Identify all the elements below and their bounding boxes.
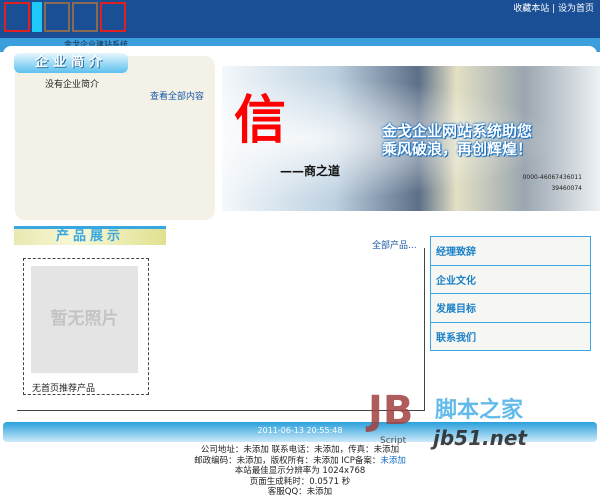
watermark-logo: JB Script 脚本之家 jb51.net (368, 388, 527, 450)
site-logo[interactable] (4, 2, 126, 32)
menu-item-contact[interactable]: 联系我们 (431, 321, 590, 351)
menu-item-goals[interactable]: 发展目标 (431, 293, 590, 322)
banner: 信 ——商之道 金戈企业网站系统助您 乘风破浪，再创辉煌！ 0000-460674… (222, 66, 600, 211)
products-title: 产品展示 (14, 226, 166, 245)
footer-resolution: 本站最佳显示分辨率为 1024x768 (234, 466, 366, 476)
footer-qq: 客服QQ：未添加 (267, 487, 333, 497)
banner-phone: 0000-46067436011 39460074 (522, 174, 582, 192)
banner-big-char: 信 (234, 90, 287, 151)
banner-tagline: ——商之道 (280, 164, 341, 178)
footer-gentime: 页面生成耗时：0.0571 秒 (249, 476, 351, 487)
footer-datetime: 2011-06-13 20:55:48 (257, 426, 343, 435)
menu-item-manager-speech[interactable]: 经理致辞 (431, 236, 590, 265)
intro-more-link[interactable]: 查看全部内容 (150, 89, 204, 102)
no-photo-placeholder: 暂无照片 (31, 266, 138, 373)
intro-title: 企业简介 (14, 53, 128, 73)
banner-slogan: 金戈企业网站系统助您 乘风破浪，再创辉煌！ (382, 122, 533, 158)
intro-text: 没有企业简介 (45, 80, 100, 90)
menu-item-culture[interactable]: 企业文化 (431, 264, 590, 294)
top-links[interactable]: 收藏本站 | 设为首页 (513, 1, 594, 14)
side-menu: 经理致辞 企业文化 发展目标 联系我们 (430, 236, 591, 351)
product-caption: 无首页推荐产品 (32, 384, 96, 394)
